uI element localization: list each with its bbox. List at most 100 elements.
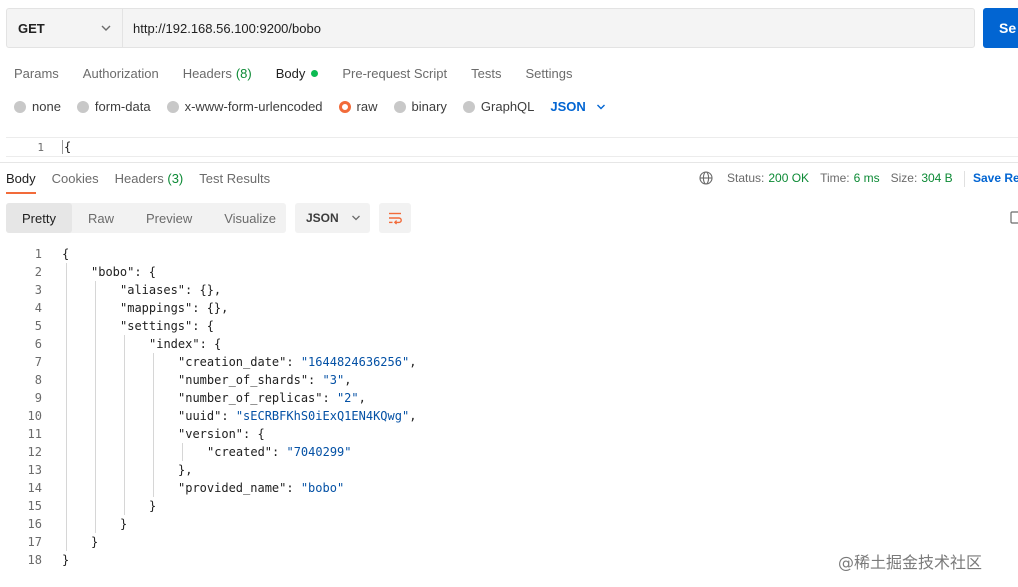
view-label: Raw bbox=[87, 210, 114, 226]
radio-binary[interactable]: binary bbox=[393, 99, 447, 114]
line-number: 1 bbox=[34, 247, 42, 261]
tab-body[interactable]: Body bbox=[276, 64, 319, 82]
code-text: "uuid": "sECRBFKhS0iExQ1EN4KQwg", bbox=[178, 409, 416, 423]
status-value: 200 OK bbox=[768, 171, 810, 185]
tab-settings[interactable]: Settings bbox=[525, 64, 572, 82]
tab-response-body[interactable]: Body bbox=[6, 171, 36, 187]
line-number: 8 bbox=[34, 373, 42, 387]
code-line: 3 "aliases": {}, bbox=[0, 281, 1018, 299]
json-punctuation: } bbox=[149, 499, 157, 513]
tab-tests[interactable]: Tests bbox=[471, 64, 501, 82]
code-text: "bobo": { bbox=[91, 265, 156, 279]
radio-label: none bbox=[32, 99, 61, 114]
view-label: Preview bbox=[145, 210, 193, 226]
response-status: Status: 200 OK Time: 6 ms Size: 304 B bbox=[699, 171, 964, 185]
tab-authorization[interactable]: Authorization bbox=[83, 64, 159, 82]
code-text: "creation_date": "1644824636256", bbox=[178, 355, 416, 369]
radio-label: GraphQL bbox=[480, 99, 535, 114]
json-string-value: "3" bbox=[322, 373, 345, 387]
status-label: Status: bbox=[727, 171, 765, 185]
pane-divider[interactable] bbox=[0, 162, 1018, 163]
line-number: 6 bbox=[34, 337, 42, 351]
code-line: 4 "mappings": {}, bbox=[0, 299, 1018, 317]
tab-test-results[interactable]: Test Results bbox=[199, 171, 270, 187]
tab-response-headers[interactable]: Headers (3) bbox=[115, 171, 184, 187]
json-key: "bobo" bbox=[91, 265, 135, 279]
tab-headers[interactable]: Headers (8) bbox=[183, 64, 252, 82]
request-tabs: Params Authorization Headers (8) Body Pre… bbox=[14, 64, 596, 82]
view-raw[interactable]: Raw bbox=[72, 203, 130, 233]
radio-label: binary bbox=[411, 99, 447, 114]
method-select[interactable]: GET bbox=[7, 9, 123, 47]
body-format-select[interactable]: JSON bbox=[550, 99, 605, 114]
tab-cookies[interactable]: Cookies bbox=[52, 171, 99, 187]
url-bar: GET http://192.168.56.100:9200/bobo bbox=[6, 8, 975, 48]
json-punctuation: , bbox=[409, 355, 417, 369]
body-indicator-dot bbox=[311, 69, 319, 77]
wrap-lines-button[interactable] bbox=[379, 203, 411, 233]
radio-graphql[interactable]: GraphQL bbox=[462, 99, 535, 114]
tab-label: Headers bbox=[114, 171, 164, 186]
tab-params[interactable]: Params bbox=[14, 64, 59, 82]
json-string-value: "1644824636256" bbox=[300, 355, 410, 369]
response-format-select[interactable]: JSON bbox=[295, 203, 370, 233]
url-input[interactable]: http://192.168.56.100:9200/bobo bbox=[123, 9, 974, 47]
json-punctuation: : { bbox=[199, 337, 222, 351]
json-punctuation: : bbox=[272, 445, 287, 459]
tab-pre-request-script[interactable]: Pre-request Script bbox=[342, 64, 447, 82]
size-label: Size: bbox=[890, 171, 918, 185]
code-text: } bbox=[149, 499, 156, 513]
request-body-text: { bbox=[62, 140, 72, 154]
tab-label: Body bbox=[275, 65, 306, 81]
json-string-value: "7040299" bbox=[286, 445, 352, 459]
url-text: http://192.168.56.100:9200/bobo bbox=[133, 20, 321, 36]
headers-count: (8) bbox=[235, 65, 252, 81]
line-number: 11 bbox=[27, 427, 42, 441]
request-body-editor[interactable]: 1 { bbox=[6, 137, 1018, 157]
radio-label: form-data bbox=[94, 99, 151, 114]
line-number: 9 bbox=[34, 391, 42, 405]
line-number: 14 bbox=[27, 481, 42, 495]
globe-icon[interactable] bbox=[699, 171, 713, 185]
code-text: }, bbox=[178, 463, 192, 477]
line-number: 4 bbox=[34, 301, 42, 315]
code-line: 16} bbox=[0, 515, 1018, 533]
view-visualize[interactable]: Visualize bbox=[208, 203, 292, 233]
time-value: 6 ms bbox=[853, 171, 880, 185]
save-response-button[interactable]: Save Re bbox=[964, 171, 1018, 187]
json-punctuation: } bbox=[62, 553, 70, 567]
tab-label: Settings bbox=[525, 65, 573, 81]
json-string-value: "2" bbox=[336, 391, 359, 405]
chevron-down-icon bbox=[101, 25, 111, 31]
json-punctuation: } bbox=[120, 517, 128, 531]
radio-none[interactable]: none bbox=[14, 99, 61, 114]
view-pretty[interactable]: Pretty bbox=[6, 203, 72, 233]
headers-count: (3) bbox=[167, 171, 184, 186]
json-punctuation: , bbox=[409, 409, 417, 423]
tab-label: Cookies bbox=[51, 171, 99, 186]
json-punctuation: } bbox=[91, 535, 99, 549]
line-number: 12 bbox=[27, 445, 42, 459]
indent-guide bbox=[182, 443, 183, 461]
json-key: "creation_date" bbox=[178, 355, 287, 369]
json-punctuation: }, bbox=[178, 463, 193, 477]
json-key: "aliases" bbox=[120, 283, 186, 297]
json-punctuation: : {}, bbox=[192, 301, 229, 315]
radio-dot bbox=[462, 100, 475, 113]
indent-guide bbox=[153, 353, 154, 497]
tab-label: Body bbox=[6, 171, 36, 186]
code-text: "created": "7040299" bbox=[207, 445, 352, 459]
radio-raw[interactable]: raw bbox=[338, 99, 378, 114]
radio-form-data[interactable]: form-data bbox=[76, 99, 151, 114]
send-button[interactable]: Se bbox=[983, 8, 1018, 48]
watermark: @稀土掘金技术社区 bbox=[838, 553, 983, 572]
code-line: 15} bbox=[0, 497, 1018, 515]
json-punctuation: { bbox=[62, 247, 70, 261]
line-number: 1 bbox=[37, 140, 44, 154]
line-number: 7 bbox=[34, 355, 42, 369]
json-punctuation: : bbox=[286, 355, 301, 369]
radio-x-www-form-urlencoded[interactable]: x-www-form-urlencoded bbox=[166, 99, 323, 114]
view-preview[interactable]: Preview bbox=[130, 203, 208, 233]
view-label: Visualize bbox=[224, 210, 277, 226]
copy-icon[interactable] bbox=[1010, 211, 1018, 225]
